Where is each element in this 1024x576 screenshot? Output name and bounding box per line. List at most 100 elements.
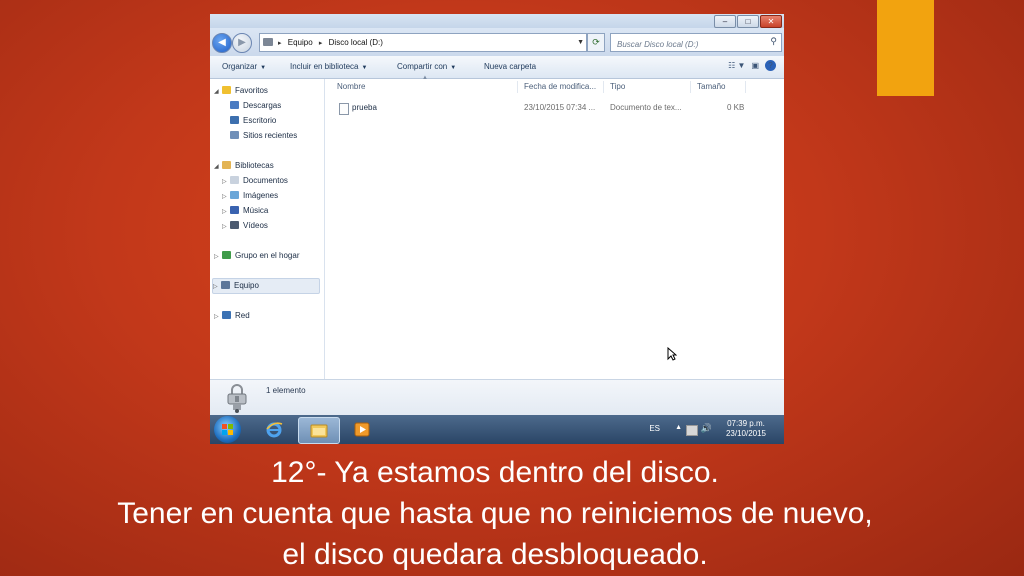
incluir-biblioteca-button[interactable]: Incluir en biblioteca ▼ [290,56,367,78]
documents-icon [230,176,239,184]
chevron-down-icon: ▼ [450,65,457,71]
file-list: ▲ Nombre Fecha de modifica... Tipo Tamañ… [325,75,784,379]
recent-places-icon [230,131,239,139]
libraries-icon [222,161,231,169]
table-row[interactable]: prueba 23/10/2015 07:34 ... Documento de… [325,100,784,116]
nav-label: Documentos [243,176,288,185]
videos-icon [230,221,239,229]
nav-label: Favoritos [235,86,268,95]
preview-pane-icon[interactable]: ▣ [751,61,759,70]
column-nombre[interactable]: Nombre [337,79,365,94]
star-icon [222,86,231,94]
expand-icon[interactable]: ▷ [213,280,221,294]
search-box: ⚲ [610,33,782,53]
taskbar-media-player[interactable] [342,417,382,442]
file-name: prueba [352,103,377,112]
incluir-label: Incluir en biblioteca [290,62,359,71]
column-separator[interactable] [603,81,604,93]
nav-favoritos[interactable]: ◢ Favoritos [214,84,268,98]
start-button[interactable] [214,416,241,443]
chevron-down-icon: ▼ [361,65,368,71]
nav-musica[interactable]: ▷ Música [222,204,268,218]
address-bar[interactable]: ▸ Equipo ▸ Disco local (D:) ▼ [259,33,587,52]
item-count: 1 elemento [266,386,306,395]
caption-line-1: 12°- Ya estamos dentro del disco. [271,456,719,489]
chevron-down-icon: ▼ [260,65,267,71]
expand-icon[interactable]: ▷ [214,250,222,264]
status-bar: 1 elemento [210,379,784,416]
expand-icon[interactable]: ◢ [214,160,222,174]
nav-sitios-recientes[interactable]: Sitios recientes [230,129,297,143]
search-icon[interactable]: ⚲ [770,36,777,47]
pictures-icon [230,191,239,199]
mouse-cursor-icon [667,347,677,361]
expand-icon[interactable]: ▷ [214,310,222,324]
taskbar-internet-explorer[interactable] [254,417,294,442]
nav-label: Vídeos [243,221,268,230]
slide-caption: 12°- Ya estamos dentro del disco. Tener … [0,452,990,575]
refresh-button[interactable]: ⟳ [587,33,605,52]
downloads-icon [230,101,239,109]
expand-icon[interactable]: ▷ [222,175,230,189]
nav-red[interactable]: ▷ Red [214,309,250,323]
breadcrumb-disco[interactable]: Disco local (D:) [329,38,383,47]
sort-caret-icon: ▲ [422,75,428,81]
expand-icon[interactable]: ▷ [222,190,230,204]
nueva-carpeta-button[interactable]: Nueva carpeta [484,56,536,78]
computer-icon [221,281,230,289]
organizar-label: Organizar [222,62,258,71]
expand-icon[interactable]: ◢ [214,85,222,99]
forward-button[interactable]: ▶ [232,33,252,53]
network-icon [222,311,231,319]
column-separator[interactable] [745,81,746,93]
file-type: Documento de tex... [610,103,682,112]
view-options-icon[interactable]: ☷ ▼ [728,61,745,70]
breadcrumb: ▸ Equipo ▸ Disco local (D:) [278,34,387,52]
search-input[interactable] [615,36,767,53]
action-center-flag-icon[interactable] [686,425,698,436]
nav-label: Descargas [243,101,282,110]
nav-equipo[interactable]: ▷ Equipo [212,278,320,294]
language-indicator[interactable]: ES [649,424,660,433]
minimize-button[interactable]: – [714,15,736,28]
maximize-button[interactable]: □ [737,15,759,28]
windows-flag-icon [222,424,233,435]
back-button[interactable]: ◀ [212,33,232,53]
locked-drive-icon [227,384,247,413]
folder-icon [310,424,328,438]
clock[interactable]: 07:39 p.m. 23/10/2015 [726,419,766,439]
nav-descargas[interactable]: Descargas [230,99,281,113]
column-tamano[interactable]: Tamaño [697,79,725,94]
column-separator[interactable] [690,81,691,93]
nav-label: Red [235,311,250,320]
nav-label: Equipo [234,281,259,290]
breadcrumb-chevron-icon: ▸ [278,40,282,47]
help-icon[interactable]: ? [765,60,776,71]
address-row: ◀ ▶ ▸ Equipo ▸ Disco local (D:) ▼ ⟳ ⚲ [210,28,784,56]
nav-label: Bibliotecas [235,161,274,170]
music-icon [230,206,239,214]
organizar-button[interactable]: Organizar ▼ [222,56,266,78]
breadcrumb-equipo[interactable]: Equipo [288,38,313,47]
title-bar: – □ ✕ [210,14,784,28]
nav-label: Sitios recientes [243,131,298,140]
expand-icon[interactable]: ▷ [222,220,230,234]
address-dropdown-icon[interactable]: ▼ [577,34,584,51]
nav-videos[interactable]: ▷ Vídeos [222,219,268,233]
nav-documentos[interactable]: ▷ Documentos [222,174,288,188]
nav-escritorio[interactable]: Escritorio [230,114,276,128]
nav-imagenes[interactable]: ▷ Imágenes [222,189,278,203]
show-hidden-icons-icon[interactable]: ▲ [675,424,682,431]
nav-bibliotecas[interactable]: ◢ Bibliotecas [214,159,274,173]
explorer-window: – □ ✕ ◀ ▶ ▸ Equipo ▸ Disco local (D:) ▼ … [210,14,784,444]
nav-label: Imágenes [243,191,279,200]
close-button[interactable]: ✕ [760,15,782,28]
nav-grupo-hogar[interactable]: ▷ Grupo en el hogar [214,249,300,263]
column-tipo[interactable]: Tipo [610,79,625,94]
command-bar: Organizar ▼ Incluir en biblioteca ▼ Compar… [210,56,784,79]
taskbar-explorer[interactable] [298,417,340,444]
expand-icon[interactable]: ▷ [222,205,230,219]
column-fecha[interactable]: Fecha de modifica... [524,79,596,94]
column-separator[interactable] [517,81,518,93]
volume-icon[interactable]: 🔊 [701,423,712,434]
